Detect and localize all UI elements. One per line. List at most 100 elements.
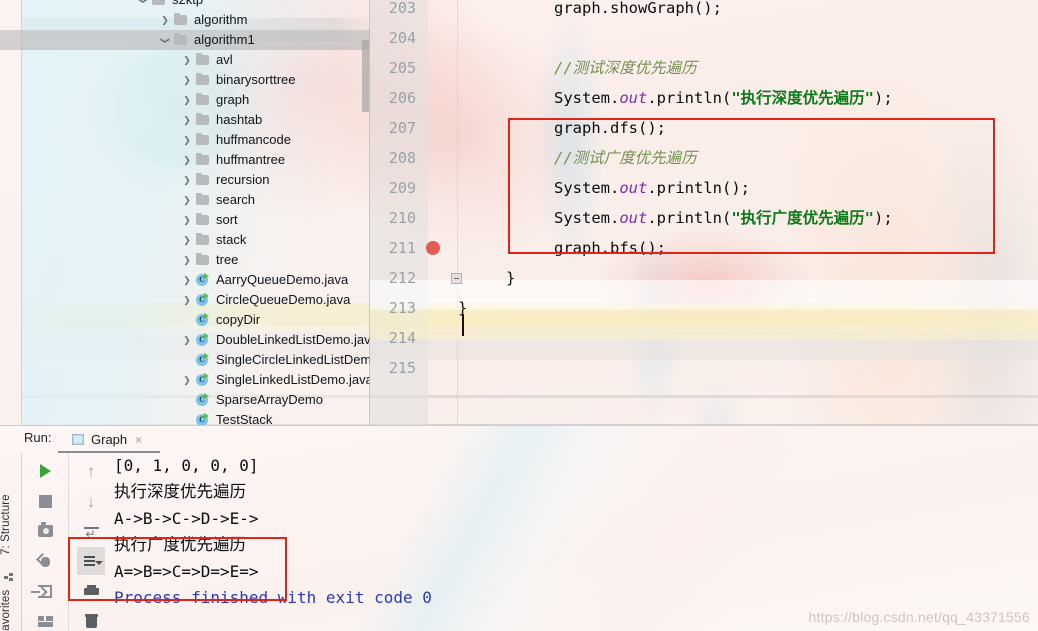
tree-item-search[interactable]: search [0, 190, 370, 210]
tool-tab-favorites[interactable]: 2: Favorites [0, 581, 22, 631]
editor-line-204[interactable]: 204 [370, 23, 1038, 53]
folder-icon [194, 112, 212, 128]
folder-icon [172, 12, 190, 28]
tree-item-aarryqueuedemo-java[interactable]: AarryQueueDemo.java [0, 270, 370, 290]
tree-item-huffmancode[interactable]: huffmancode [0, 130, 370, 150]
run-toolbar-left[interactable] [22, 453, 68, 631]
editor-line-208[interactable]: 208 //测试广度优先遍历 [370, 143, 1038, 173]
console-line: 执行广度优先遍历 [114, 535, 246, 554]
code-editor[interactable]: 203 graph.showGraph(); 204 205 //测试深度优先遍历 206… [370, 0, 1038, 425]
scroll-to-end-button[interactable] [77, 547, 105, 575]
console-output[interactable]: [0, 1, 0, 0, 0] 执行深度优先遍历 A->B->C->D->E-> 执行… [114, 453, 1038, 631]
chevron-down-icon[interactable] [158, 30, 172, 50]
bug-icon [38, 555, 52, 568]
print-button[interactable] [77, 577, 105, 605]
line-number: 212 [388, 269, 416, 287]
tree-item-label: AarryQueueDemo.java [216, 272, 349, 287]
chevron-right-icon[interactable] [180, 190, 194, 210]
editor-line-203[interactable]: 203 graph.showGraph(); [370, 0, 1038, 23]
editor-line-212[interactable]: 212} [370, 263, 1038, 293]
tree-item-sparsearraydemo[interactable]: SparseArrayDemo [0, 390, 370, 410]
project-tree-panel[interactable]: s2ktp algorithm algorithm1 avl binarysorttre… [0, 0, 370, 425]
close-icon[interactable]: × [135, 433, 142, 447]
tree-item-doublelinkedlistdemo-java[interactable]: DoubleLinkedListDemo.java [0, 330, 370, 350]
run-tool-window[interactable]: Run: Graph × 7: Structure 2: Favorites ↑… [0, 425, 1038, 631]
chevron-right-icon[interactable] [180, 130, 194, 150]
tree-item-label: SingleCircleLinkedListDemo [216, 352, 370, 367]
attach-debugger-button[interactable] [31, 547, 59, 575]
java-class-icon [194, 352, 212, 368]
rerun-button[interactable] [31, 457, 59, 485]
chevron-right-icon[interactable] [180, 110, 194, 130]
project-tree-scrollbar-thumb[interactable] [362, 40, 369, 112]
chevron-down-icon[interactable] [136, 0, 150, 10]
tree-item-circlequeuedemo-java[interactable]: CircleQueueDemo.java [0, 290, 370, 310]
tool-tab-structure[interactable]: 7: Structure [0, 481, 22, 569]
editor-line-211[interactable]: 211 graph.bfs(); [370, 233, 1038, 263]
export-button[interactable] [31, 577, 59, 605]
chevron-right-icon[interactable] [180, 370, 194, 390]
chevron-right-icon[interactable] [180, 90, 194, 110]
tree-item-stack[interactable]: stack [0, 230, 370, 250]
chevron-right-icon[interactable] [180, 210, 194, 230]
left-tool-strip: 7: Structure 2: Favorites [0, 453, 22, 631]
play-icon [39, 464, 51, 478]
project-tree-divider [369, 0, 370, 425]
chevron-right-icon[interactable] [180, 330, 194, 350]
down-the-stack-trace-button[interactable]: ↓ [77, 487, 105, 515]
chevron-right-icon[interactable] [180, 250, 194, 270]
run-toolbar-right[interactable]: ↑ ↓ [68, 453, 114, 631]
editor-line-214[interactable]: 214 [370, 323, 1038, 353]
tree-item-singlelinkedlistdemo-java[interactable]: SingleLinkedListDemo.java [0, 370, 370, 390]
editor-line-213[interactable]: 213} [370, 293, 1038, 323]
tree-item-algorithm1[interactable]: algorithm1 [0, 30, 370, 50]
tree-item-label: tree [216, 252, 239, 267]
chevron-right-icon[interactable] [180, 290, 194, 310]
run-tab-bar[interactable]: Run: Graph × [0, 425, 1038, 453]
scroll-end-icon [83, 555, 103, 568]
layout-icon [37, 615, 53, 627]
stop-button[interactable] [31, 487, 59, 515]
tree-item-s2ktp[interactable]: s2ktp [0, 0, 370, 10]
tree-item-singlecirclelinkedlistdemo[interactable]: SingleCircleLinkedListDemo [0, 350, 370, 370]
soft-wrap-button[interactable] [77, 517, 105, 545]
chevron-right-icon[interactable] [180, 50, 194, 70]
tree-item-algorithm[interactable]: algorithm [0, 10, 370, 30]
code-line-text: graph.dfs(); [554, 119, 666, 137]
tree-item-teststack[interactable]: TestStack [0, 410, 370, 425]
run-tab-graph[interactable]: Graph × [66, 427, 148, 452]
tree-item-label: algorithm [194, 12, 248, 27]
clear-all-button[interactable] [77, 607, 105, 631]
editor-line-207[interactable]: 207 graph.dfs(); [370, 113, 1038, 143]
chevron-right-icon[interactable] [180, 70, 194, 90]
editor-line-209[interactable]: 209 System.out.println(); [370, 173, 1038, 203]
tree-item-avl[interactable]: avl [0, 50, 370, 70]
editor-line-215[interactable]: 215 [370, 353, 1038, 383]
tree-item-recursion[interactable]: recursion [0, 170, 370, 190]
chevron-right-icon[interactable] [180, 230, 194, 250]
editor-line-206[interactable]: 206 System.out.println("执行深度优先遍历"); [370, 83, 1038, 113]
chevron-right-icon[interactable] [180, 150, 194, 170]
folder-icon [194, 192, 212, 208]
breakpoint-icon[interactable] [426, 241, 440, 255]
twisty-placeholder [180, 350, 194, 370]
folder-icon [150, 0, 168, 8]
tree-item-huffmantree[interactable]: huffmantree [0, 150, 370, 170]
snapshot-button[interactable] [31, 517, 59, 545]
layout-button[interactable] [31, 607, 59, 631]
tree-item-copydir[interactable]: copyDir [0, 310, 370, 330]
editor-line-205[interactable]: 205 //测试深度优先遍历 [370, 53, 1038, 83]
tree-item-binarysorttree[interactable]: binarysorttree [0, 70, 370, 90]
tree-item-tree[interactable]: tree [0, 250, 370, 270]
chevron-right-icon[interactable] [180, 270, 194, 290]
editor-line-210[interactable]: 210 System.out.println("执行广度优先遍历"); [370, 203, 1038, 233]
up-the-stack-trace-button[interactable]: ↑ [77, 457, 105, 485]
tree-item-label: TestStack [216, 412, 273, 425]
twisty-placeholder [180, 390, 194, 410]
chevron-right-icon[interactable] [158, 10, 172, 30]
tree-item-hashtab[interactable]: hashtab [0, 110, 370, 130]
chevron-right-icon[interactable] [180, 170, 194, 190]
tree-item-sort[interactable]: sort [0, 210, 370, 230]
line-number: 214 [388, 329, 416, 347]
tree-item-graph[interactable]: graph [0, 90, 370, 110]
